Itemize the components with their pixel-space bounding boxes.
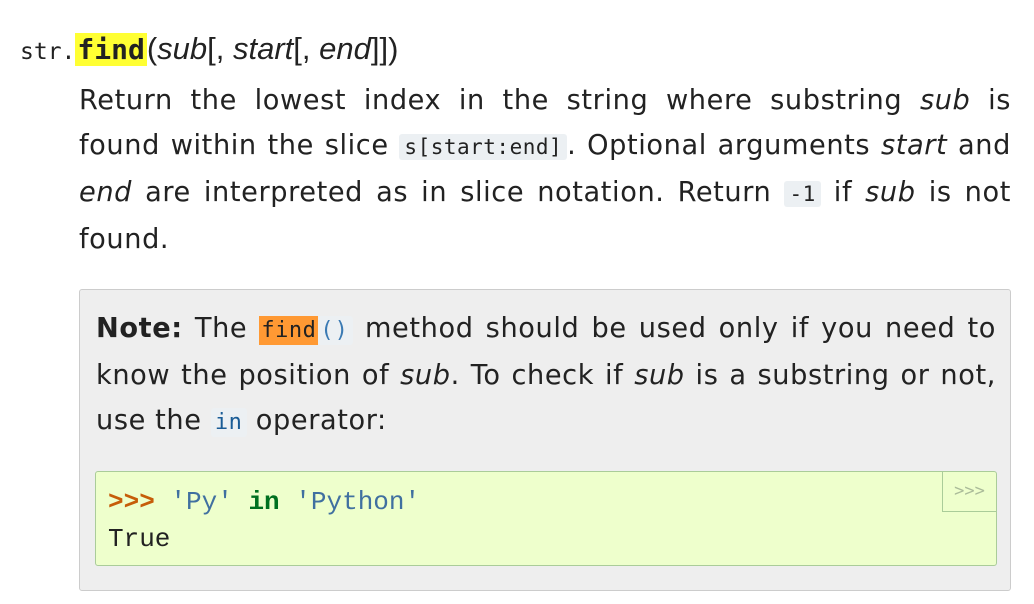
repl-prompt: >>> (108, 487, 155, 517)
signature-params: (sub[, start[, end]]) (146, 31, 399, 66)
code-output: True (108, 524, 171, 554)
param-sub: sub (157, 31, 208, 66)
toggle-prompt-button[interactable]: >>> (942, 472, 996, 512)
inline-code-parens: () (318, 316, 353, 345)
find-method-link[interactable]: find() (259, 313, 353, 345)
inline-code-minus-one: -1 (784, 181, 821, 207)
operator-keyword: in (248, 487, 280, 517)
in-operator-link[interactable]: in (210, 405, 247, 437)
method-description: Return the lowest index in the string wh… (79, 85, 1012, 255)
code-example: >>> 'Py' in 'Python' True >>> (95, 471, 997, 566)
string-literal: 'Python' (295, 487, 421, 517)
note-label: Note: (96, 313, 183, 344)
inline-code-slice: s[start:end] (399, 134, 568, 160)
code-block[interactable]: >>> 'Py' in 'Python' True (108, 484, 420, 558)
method-name[interactable]: find (75, 33, 147, 66)
string-literal: 'Py' (170, 487, 233, 517)
note-admonition: Note: The find() method should be used o… (79, 289, 1011, 591)
inline-code-find: find (259, 316, 319, 345)
param-start: start (232, 31, 294, 66)
param-end: end (319, 31, 371, 66)
note-text: Note: The find() method should be used o… (96, 313, 996, 437)
inline-code-in: in (210, 408, 247, 437)
signature-prefix: str. (20, 39, 76, 65)
method-signature: str.find(sub[, start[, end]]) (20, 24, 398, 77)
